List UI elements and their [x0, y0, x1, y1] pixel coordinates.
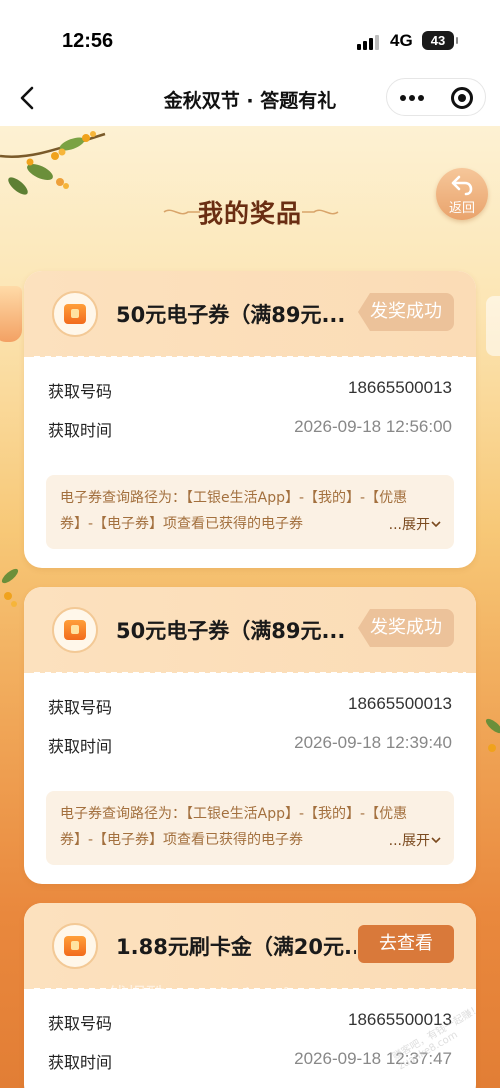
- card-header: 50元电子券（满89元... 发奖成功: [24, 587, 476, 674]
- nav-bar: 金秋双节 · 答题有礼: [0, 70, 500, 126]
- side-tab: [486, 296, 500, 356]
- status-badge: 发奖成功: [358, 293, 454, 331]
- info-row-time: 获取时间 2026-09-18 12:39:40: [48, 733, 452, 757]
- heading-deco-right-icon: [302, 209, 339, 215]
- coupon-icon: [52, 291, 98, 337]
- target-close-icon[interactable]: [437, 79, 487, 117]
- info-value: 18665500013: [347, 378, 452, 397]
- info-row-time: 获取时间 2026-09-18 12:37:47: [48, 1049, 452, 1073]
- leaf-decoration-icon: [485, 718, 500, 752]
- info-label: 获取时间: [48, 1053, 113, 1072]
- prize-card: 50元电子券（满89元... 发奖成功 获取号码 18665500013 获取时…: [24, 587, 476, 884]
- lantern-icon: [0, 286, 22, 342]
- info-row-number: 获取号码 18665500013: [48, 1010, 452, 1034]
- info-value: 2026-09-18 12:56:00: [294, 417, 452, 436]
- battery-icon: 43: [422, 31, 458, 50]
- status-badge: 发奖成功: [358, 609, 454, 647]
- section-heading: 我的奖品: [197, 199, 302, 228]
- signal-icon: [357, 34, 383, 50]
- note-text: 电子券查询路径为：【工银e生活App】-【我的】-【优惠券】-【电子券】项查看已…: [60, 806, 408, 848]
- note-text: 电子券查询路径为：【工银e生活App】-【我的】-【优惠券】-【电子券】项查看已…: [60, 490, 408, 532]
- prize-card: 1.88元刷卡金（满20元... 去查看 获取号码 18665500013 获取…: [24, 903, 476, 1088]
- mini-program-capsule: [386, 78, 486, 116]
- note-box: 电子券查询路径为：【工银e生活App】-【我的】-【优惠券】-【电子券】项查看已…: [46, 791, 454, 865]
- chevron-down-icon: [431, 837, 441, 844]
- info-row-number: 获取号码 18665500013: [48, 378, 452, 402]
- leaf-decoration-icon: [1, 568, 19, 607]
- note-box: 电子券查询路径为：【工银e生活App】-【我的】-【优惠券】-【电子券】项查看已…: [46, 475, 454, 549]
- info-value: 18665500013: [347, 694, 452, 713]
- prize-card: 50元电子券（满89元... 发奖成功 获取号码 18665500013 获取时…: [24, 271, 476, 568]
- expand-label: ...展开: [388, 833, 430, 849]
- return-button[interactable]: 返回: [436, 168, 488, 220]
- info-row-time: 获取时间 2026-09-18 12:56:00: [48, 417, 452, 441]
- info-value: 2026-09-18 12:37:47: [294, 1049, 452, 1068]
- view-button[interactable]: 去查看: [358, 925, 454, 963]
- info-label: 获取号码: [48, 382, 113, 401]
- more-dots-icon[interactable]: [387, 79, 437, 117]
- info-label: 获取号码: [48, 698, 113, 717]
- coupon-icon: [52, 607, 98, 653]
- expand-label: ...展开: [388, 517, 430, 533]
- info-row-number: 获取号码 18665500013: [48, 694, 452, 718]
- info-label: 获取时间: [48, 421, 113, 440]
- return-arrow-icon: [451, 175, 473, 196]
- prize-title: 50元电子券（满89元...: [116, 619, 346, 643]
- info-value: 2026-09-18 12:39:40: [294, 733, 452, 752]
- prize-title: 50元电子券（满89元...: [116, 303, 346, 327]
- return-label: 返回: [448, 201, 475, 216]
- status-bar: 12:56 4G 43: [0, 0, 500, 70]
- card-header: 50元电子券（满89元... 发奖成功: [24, 271, 476, 358]
- info-label: 获取号码: [48, 1014, 113, 1033]
- status-time: 12:56: [62, 30, 114, 52]
- info-value: 18665500013: [347, 1010, 452, 1029]
- network-label: 4G: [390, 31, 413, 50]
- prize-title: 1.88元刷卡金（满20元...: [116, 935, 356, 959]
- card-header: 1.88元刷卡金（满20元... 去查看: [24, 903, 476, 990]
- info-label: 获取时间: [48, 737, 113, 756]
- expand-link[interactable]: ...展开: [384, 512, 442, 538]
- chevron-down-icon: [431, 521, 441, 528]
- expand-link[interactable]: ...展开: [384, 828, 442, 854]
- coupon-icon: [52, 923, 98, 969]
